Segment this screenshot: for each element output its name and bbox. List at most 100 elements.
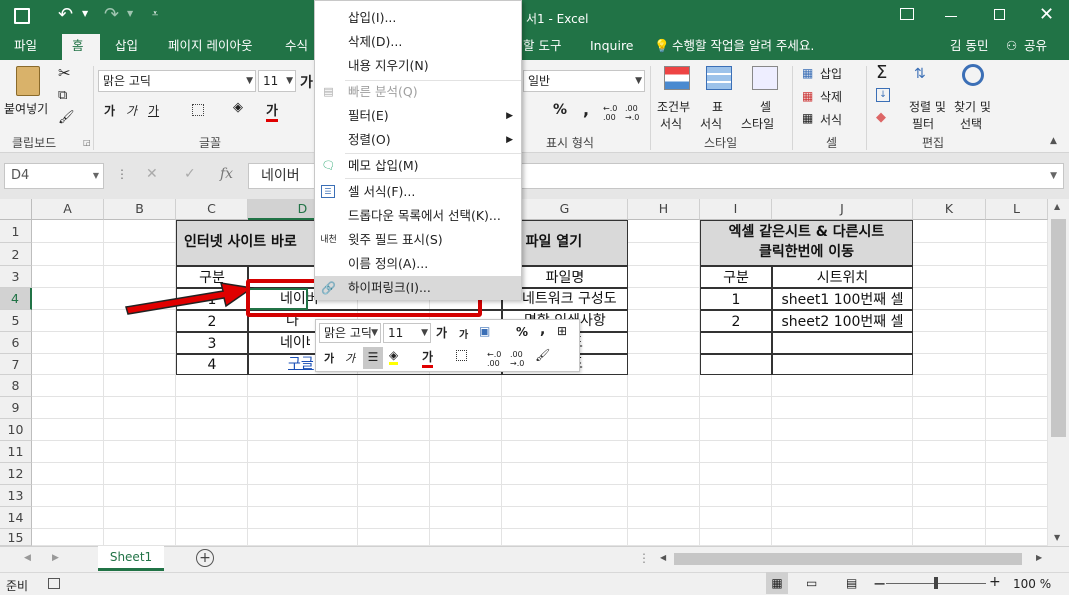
- tab-inquire[interactable]: Inquire: [590, 34, 634, 60]
- tab-page-layout[interactable]: 페이지 레이아웃: [168, 34, 252, 60]
- scroll-up-icon[interactable]: ▲: [1054, 202, 1060, 211]
- comma-icon[interactable]: ,: [540, 322, 545, 338]
- borders-icon[interactable]: [456, 350, 467, 361]
- conditional-format-label2[interactable]: 서식: [660, 115, 682, 132]
- column-header-b[interactable]: B: [104, 199, 176, 220]
- find-select-icon[interactable]: [962, 64, 984, 86]
- tab-formulas[interactable]: 수식: [285, 34, 308, 60]
- save-icon[interactable]: [14, 8, 30, 24]
- shrink-font-icon[interactable]: 가: [459, 326, 468, 341]
- paste-button[interactable]: 붙여넣기: [4, 100, 48, 117]
- redo-dropdown-icon[interactable]: ▼: [127, 9, 133, 18]
- number-format-combo[interactable]: 일반 ▼: [523, 70, 645, 92]
- bold-icon[interactable]: 가: [104, 102, 115, 119]
- merge-center-icon[interactable]: ⊞: [557, 324, 567, 338]
- align-center-icon[interactable]: ☰: [363, 347, 383, 369]
- format-as-table-label2[interactable]: 서식: [700, 115, 722, 132]
- menu-item-hyperlink[interactable]: 🔗 하이퍼링크(I)...: [315, 276, 521, 300]
- menu-item-clear-contents[interactable]: 내용 지우기(N): [315, 54, 521, 78]
- cell-styles-label1[interactable]: 셀: [760, 98, 771, 115]
- menu-item-insert-comment[interactable]: 🗨 메모 삽입(M): [315, 154, 521, 178]
- increase-decimal-icon[interactable]: ←.0.00: [603, 104, 617, 122]
- row-header-12[interactable]: 12: [0, 463, 32, 485]
- menu-item-dropdown-list[interactable]: 드롭다운 목록에서 선택(K)...: [315, 204, 521, 228]
- select-all-corner[interactable]: [0, 199, 32, 220]
- italic-icon[interactable]: 가: [345, 350, 355, 366]
- cancel-icon[interactable]: ✕: [146, 166, 158, 182]
- zoom-slider[interactable]: [886, 577, 986, 589]
- column-header-i[interactable]: I: [700, 199, 772, 220]
- prev-sheet-icon[interactable]: ◀: [24, 553, 31, 563]
- decrease-decimal-icon[interactable]: .00 →.0: [510, 350, 524, 368]
- zoom-level[interactable]: 100 %: [1013, 577, 1051, 591]
- new-sheet-icon[interactable]: +: [196, 549, 214, 567]
- scroll-right-icon[interactable]: ▶: [1036, 553, 1042, 562]
- row-header-14[interactable]: 14: [0, 507, 32, 529]
- conditional-format-icon[interactable]: [664, 66, 690, 90]
- menu-item-quick-analysis[interactable]: ▤ 빠른 분석(Q): [315, 80, 521, 104]
- dialog-launcher-icon[interactable]: ◲: [83, 138, 91, 147]
- insert-cells-button[interactable]: 삽입: [820, 65, 842, 82]
- close-icon[interactable]: ✕: [1039, 4, 1054, 25]
- page-layout-view-icon[interactable]: ▭: [806, 576, 817, 590]
- cell-styles-icon[interactable]: [752, 66, 778, 90]
- font-size-combo[interactable]: 11 ▼: [258, 70, 296, 92]
- percent-icon[interactable]: %: [516, 325, 528, 339]
- row-header-10[interactable]: 10: [0, 419, 32, 441]
- accounting-format-icon[interactable]: ▣: [479, 324, 490, 338]
- row-header-6[interactable]: 6: [0, 332, 32, 354]
- macro-record-icon[interactable]: [48, 578, 60, 589]
- undo-icon[interactable]: ↶: [58, 4, 73, 25]
- fill-color-icon[interactable]: ◈: [389, 348, 399, 365]
- font-color-icon[interactable]: 가: [266, 100, 278, 122]
- column-header-c[interactable]: C: [176, 199, 248, 220]
- chevron-down-icon[interactable]: ▼: [93, 164, 99, 188]
- menu-item-format-cells[interactable]: ☰ 셀 서식(F)...: [315, 180, 521, 204]
- zoom-in-icon[interactable]: +: [989, 574, 1001, 590]
- maximize-icon[interactable]: [994, 9, 1005, 20]
- sort-filter-icon[interactable]: ⇅: [914, 66, 926, 82]
- page-break-view-icon[interactable]: ▤: [846, 576, 857, 590]
- row-header-11[interactable]: 11: [0, 441, 32, 463]
- row-header-2[interactable]: 2: [0, 243, 32, 266]
- find-select-label1[interactable]: 찾기 및: [954, 98, 991, 115]
- column-header-a[interactable]: A: [32, 199, 104, 220]
- worksheet-grid[interactable]: ABCDEFGHIJKL 123456789101112131415 인터넷 사…: [0, 199, 1048, 546]
- grow-font-icon[interactable]: 가: [436, 324, 447, 341]
- zoom-thumb[interactable]: [934, 577, 938, 589]
- minimize-icon[interactable]: [945, 16, 957, 17]
- border-icon[interactable]: [192, 104, 204, 116]
- undo-dropdown-icon[interactable]: ▼: [82, 9, 88, 18]
- delete-cells-button[interactable]: 삭제: [820, 88, 842, 105]
- format-as-table-label1[interactable]: 표: [712, 98, 723, 115]
- bold-icon[interactable]: 가: [324, 350, 334, 366]
- clear-icon[interactable]: ◆: [876, 110, 886, 125]
- grow-font-icon[interactable]: 가: [300, 72, 313, 92]
- row-header-3[interactable]: 3: [0, 266, 32, 288]
- decrease-decimal-icon[interactable]: .00 →.0: [625, 104, 639, 122]
- row-header-7[interactable]: 7: [0, 354, 32, 375]
- mini-font-combo[interactable]: 맑은 고딕 ▼: [319, 323, 381, 343]
- column-header-j[interactable]: J: [772, 199, 913, 220]
- scroll-thumb[interactable]: [1051, 219, 1066, 437]
- menu-item-sort[interactable]: 정렬(O) ▶: [315, 128, 521, 152]
- row-header-4[interactable]: 4: [0, 288, 32, 310]
- comma-icon[interactable]: ,: [583, 100, 589, 119]
- tab-insert[interactable]: 삽입: [115, 34, 138, 60]
- chevron-down-icon[interactable]: ▼: [1050, 164, 1057, 188]
- copy-icon[interactable]: ⧉: [58, 88, 67, 103]
- row-header-13[interactable]: 13: [0, 485, 32, 507]
- zoom-out-icon[interactable]: −: [873, 574, 886, 593]
- row-header-8[interactable]: 8: [0, 375, 32, 397]
- increase-decimal-icon[interactable]: ←.0.00: [487, 350, 501, 368]
- row-header-15[interactable]: 15: [0, 529, 32, 546]
- fill-color-icon[interactable]: ◈: [233, 100, 243, 115]
- fill-icon[interactable]: ↓: [876, 88, 890, 102]
- next-sheet-icon[interactable]: ▶: [52, 553, 59, 563]
- italic-icon[interactable]: 가: [126, 102, 137, 119]
- column-header-l[interactable]: L: [986, 199, 1048, 220]
- format-painter-icon[interactable]: 🖌: [58, 110, 75, 125]
- underline-icon[interactable]: 가: [148, 102, 159, 119]
- autosum-icon[interactable]: Σ: [876, 62, 887, 83]
- cell-styles-label2[interactable]: 스타일: [741, 115, 774, 132]
